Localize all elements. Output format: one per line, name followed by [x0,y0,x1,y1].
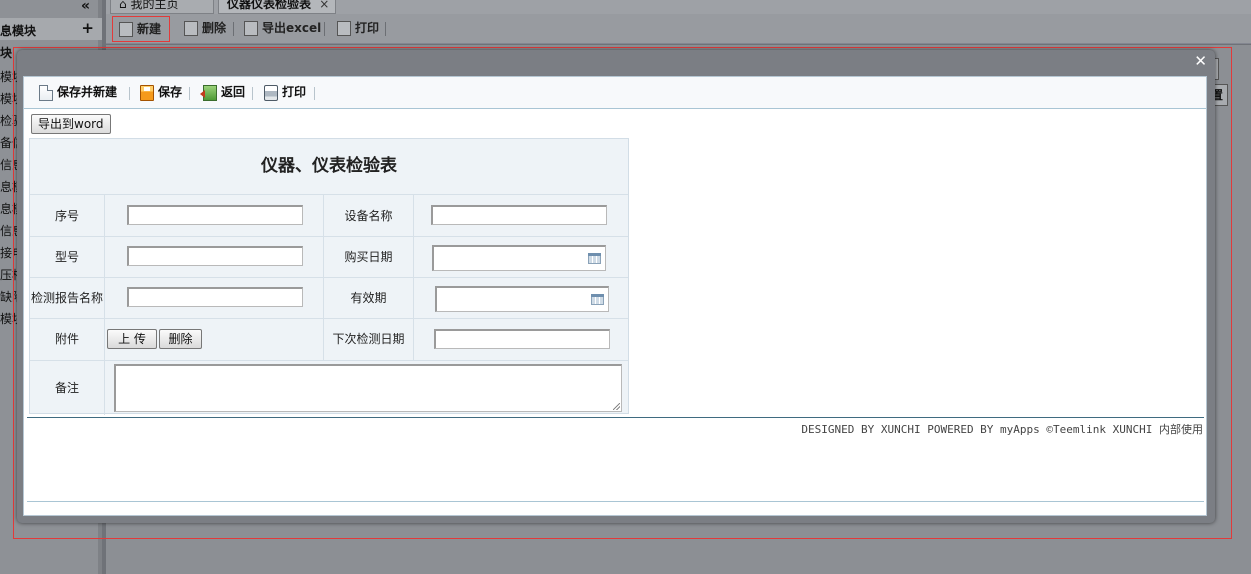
model-input[interactable] [127,246,303,266]
validity-label: 有效期 [350,291,387,305]
delete-attachment-button[interactable]: 删除 [159,329,202,349]
delete-button-label: 删除 [202,21,227,35]
save-label: 保存 [158,85,183,99]
save-button[interactable]: 保存 [140,83,182,103]
print-button-label: 打印 [355,21,380,35]
save-and-new-button[interactable]: 保存并新建 [39,83,117,103]
tab-instrument-check-label: 仪器仪表检验表 [227,0,312,11]
back-icon [200,85,217,101]
calendar-icon[interactable] [591,294,604,305]
sidebar-module-header-label: 息模块 [0,24,37,38]
save-icon [140,85,154,101]
trash-icon [184,21,198,36]
dialog-body: 保存并新建 保存 返回 打印 导出到word 仪器、仪表检验表 序号 设备名称 … [23,76,1207,516]
print-label: 打印 [282,85,307,99]
sidebar-module-header[interactable]: 息模块 + [0,18,102,40]
sidebar-module-sub-label: 块 [0,46,13,60]
column-divider [413,195,414,360]
new-button-label: 新建 [137,22,162,36]
report-name-input[interactable] [127,287,303,307]
delete-button[interactable]: 删除 [184,19,226,39]
print-button[interactable]: 打印 [264,83,306,103]
new-button[interactable]: 新建 [112,16,171,42]
export-excel-label: 导出excel [262,21,322,35]
toolbar-separator [314,87,315,100]
save-and-new-label: 保存并新建 [57,85,118,99]
serial-label: 序号 [54,209,79,223]
tab-instrument-check[interactable]: 仪器仪表检验表 × [218,0,336,14]
upload-button[interactable]: 上 传 [107,329,157,349]
export-word-button[interactable]: 导出到word [31,114,111,134]
column-divider [104,195,105,415]
form-title: 仪器、仪表检验表 [30,139,628,195]
new-doc-icon [39,85,53,101]
toolbar-separator [233,22,234,36]
model-label: 型号 [54,250,79,264]
footer-credits: DESIGNED BY XUNCHI POWERED BY myApps ©Te… [801,423,1203,436]
next-check-date-label: 下次检测日期 [332,332,405,346]
home-icon: ⌂ [119,0,127,11]
tab-home[interactable]: ⌂ 我的主页 [110,0,214,14]
toolbar-separator [324,22,325,36]
remark-label: 备注 [54,381,79,395]
inspection-form: 仪器、仪表检验表 序号 设备名称 型号 购买日期 检测报告名称 有效期 附件 上… [29,138,629,415]
validity-date-input[interactable] [435,286,609,312]
toolbar-separator [385,22,386,36]
form-toolbar: 保存并新建 保存 返回 打印 [24,77,1206,109]
back-label: 返回 [221,85,246,99]
toolbar-separator [129,87,130,100]
serial-input[interactable] [127,205,303,225]
collapse-sidebar-icon[interactable]: « [81,0,90,14]
bottom-divider [27,501,1204,502]
toolbar-separator [252,87,253,100]
expand-icon[interactable]: + [81,19,94,37]
calendar-icon[interactable] [588,253,601,264]
purchase-date-label: 购买日期 [344,250,393,264]
excel-icon [244,21,258,36]
purchase-date-input[interactable] [432,245,606,271]
tab-home-label: 我的主页 [130,0,179,11]
remark-textarea[interactable] [114,364,622,412]
attachment-label: 附件 [54,332,79,346]
next-check-date-input[interactable] [434,329,610,349]
print-icon [337,21,351,36]
form-dialog: ✕ 保存并新建 保存 返回 打印 导出到word 仪器、仪表检验表 序号 设备名… [17,50,1215,523]
export-excel-button[interactable]: 导出excel [244,19,321,39]
back-button[interactable]: 返回 [200,83,246,103]
print-icon [264,85,278,101]
new-doc-icon [119,22,133,37]
toolbar-separator [189,87,190,100]
device-name-label: 设备名称 [344,209,393,223]
row-divider [30,360,628,361]
footer-divider [27,417,1204,418]
list-toolbar: 新建 删除 导出excel 打印 [106,14,1251,44]
report-name-label: 检测报告名称 [30,291,103,305]
close-icon[interactable]: ✕ [1194,53,1207,69]
device-name-input[interactable] [431,205,607,225]
close-tab-icon[interactable]: × [319,0,329,11]
print-button[interactable]: 打印 [337,19,379,39]
